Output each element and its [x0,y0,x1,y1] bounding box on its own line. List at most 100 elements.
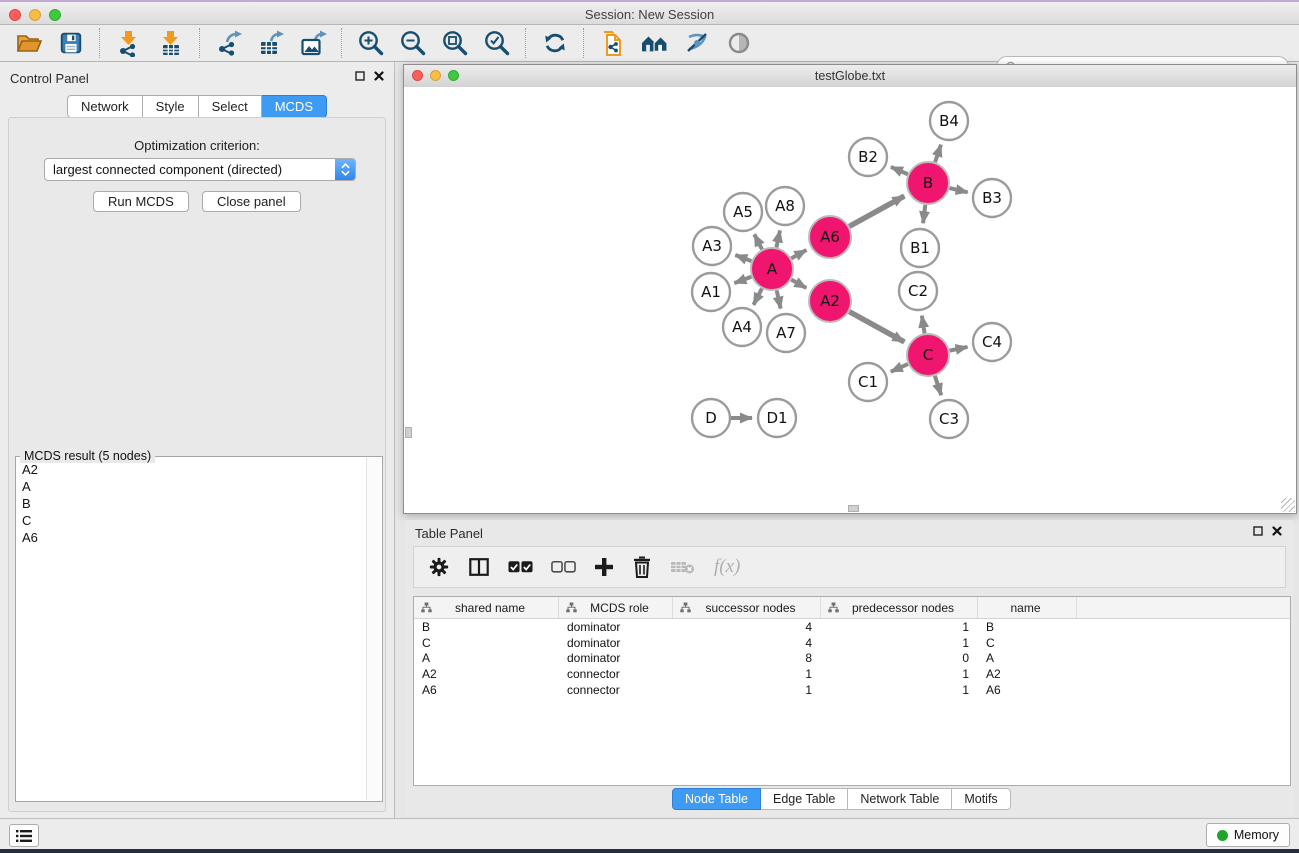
graph-node-C2[interactable]: C2 [899,272,937,310]
table-row[interactable]: Adominator80A [414,651,1290,667]
resize-grip[interactable] [1281,498,1295,512]
zoom-fit-button[interactable] [438,28,472,58]
table-cell: B [414,620,559,634]
tab-network[interactable]: Network [67,95,143,118]
memory-button[interactable]: Memory [1206,823,1290,847]
table-cell: dominator [559,636,673,650]
mcds-result-item[interactable]: A [17,478,366,495]
zoom-in-button[interactable] [354,28,388,58]
mcds-list-scrollbar[interactable] [366,458,381,800]
column-header-successor-nodes[interactable]: successor nodes [673,597,821,618]
show-eye-button[interactable] [722,28,756,58]
graph-node-A[interactable]: A [751,248,793,290]
graph-node-A5[interactable]: A5 [724,193,762,231]
select-all-icon[interactable] [508,560,533,574]
refresh-icon [542,30,568,56]
zoom-fit-icon [441,29,469,57]
horizontal-scrollbar-thumb[interactable] [848,505,859,512]
tab-mcds[interactable]: MCDS [262,95,327,118]
svg-text:A7: A7 [776,324,796,342]
graph-node-B1[interactable]: B1 [901,229,939,267]
column-header-label: successor nodes [691,601,820,615]
first-neighbors-button[interactable] [638,28,672,58]
table-cell: connector [559,667,673,681]
function-builder-button[interactable]: f(x) [714,556,740,578]
graph-node-D[interactable]: D [692,399,730,437]
show-columns-icon[interactable] [468,556,490,578]
export-table-button[interactable] [254,28,288,58]
export-network-button[interactable] [212,28,246,58]
graph-edge-A-A5 [754,234,762,249]
export-image-button[interactable] [296,28,330,58]
tab-motifs[interactable]: Motifs [952,788,1010,810]
table-cell: 1 [821,683,978,697]
graph-node-B4[interactable]: B4 [930,102,968,140]
graph-node-A2[interactable]: A2 [809,280,851,322]
network-canvas[interactable]: B4 B2 B B3 A8A5 A6 A3 B1 A A1 C2 A2 A4 A7 C4 C C1 C3 D D1 [404,87,1296,513]
column-header-name[interactable]: name [978,597,1077,618]
graph-node-B2[interactable]: B2 [849,138,887,176]
graph-node-C3[interactable]: C3 [930,400,968,438]
graph-node-C[interactable]: C [907,334,949,376]
column-header-MCDS-role[interactable]: MCDS role [559,597,673,618]
table-row[interactable]: A6connector11A6 [414,682,1290,698]
column-header-shared-name[interactable]: shared name [414,597,559,618]
delete-column-trash-icon[interactable] [632,556,652,578]
deselect-all-icon[interactable] [551,560,576,574]
graph-node-D1[interactable]: D1 [758,399,796,437]
mcds-result-item[interactable]: A6 [17,529,366,546]
zoom-out-button[interactable] [396,28,430,58]
close-panel-button[interactable]: Close panel [202,191,301,212]
tab-network-table[interactable]: Network Table [848,788,952,810]
float-panel-icon[interactable] [355,71,365,81]
graph-node-A3[interactable]: A3 [693,227,731,265]
graph-edge-C-C3 [935,376,941,395]
delete-table-icon[interactable] [670,559,696,575]
add-column-icon[interactable] [594,557,614,577]
graph-node-A7[interactable]: A7 [767,314,805,352]
network-window-titlebar[interactable]: testGlobe.txt [404,65,1296,88]
tab-style[interactable]: Style [143,95,199,118]
run-mcds-button[interactable]: Run MCDS [93,191,189,212]
new-network-button[interactable] [596,28,630,58]
graph-node-A4[interactable]: A4 [723,308,761,346]
table-row[interactable]: Bdominator41B [414,619,1290,635]
table-cell: 0 [821,651,978,665]
graph-node-C4[interactable]: C4 [973,323,1011,361]
column-header-predecessor-nodes[interactable]: predecessor nodes [821,597,978,618]
graph-node-C1[interactable]: C1 [849,363,887,401]
refresh-button[interactable] [538,28,572,58]
mcds-result-item[interactable]: C [17,512,366,529]
table-options-gear-icon[interactable] [428,556,450,578]
tab-select[interactable]: Select [199,95,262,118]
mcds-result-item[interactable]: B [17,495,366,512]
import-table-button[interactable] [154,28,188,58]
save-session-button[interactable] [54,28,88,58]
graph-edge-A-A7 [777,290,781,308]
optimization-criterion-select[interactable]: largest connected component (directed) [44,158,356,181]
show-task-history-button[interactable] [9,824,39,847]
table-cell: 1 [821,636,978,650]
graph-node-A8[interactable]: A8 [766,187,804,225]
close-table-panel-icon[interactable] [1272,526,1282,536]
table-cell: 4 [673,636,821,650]
mcds-result-list[interactable]: A2ABCA6 [17,461,366,800]
tab-edge-table[interactable]: Edge Table [761,788,848,810]
hide-graphics-details-button[interactable] [680,28,714,58]
graph-node-B[interactable]: B [907,162,949,204]
float-table-panel-icon[interactable] [1253,526,1263,536]
tab-node-table[interactable]: Node Table [672,788,761,810]
import-network-button[interactable] [112,28,146,58]
zoom-selected-button[interactable] [480,28,514,58]
open-session-button[interactable] [12,28,46,58]
mcds-result-item[interactable]: A2 [17,461,366,478]
table-row[interactable]: A2connector11A2 [414,666,1290,682]
table-row[interactable]: Cdominator41C [414,635,1290,651]
graph-node-B3[interactable]: B3 [973,179,1011,217]
vertical-scrollbar-thumb[interactable] [405,427,412,438]
close-panel-icon[interactable] [374,71,384,81]
svg-text:A1: A1 [701,283,721,301]
table-cell: 4 [673,620,821,634]
graph-node-A6[interactable]: A6 [809,216,851,258]
graph-node-A1[interactable]: A1 [692,273,730,311]
